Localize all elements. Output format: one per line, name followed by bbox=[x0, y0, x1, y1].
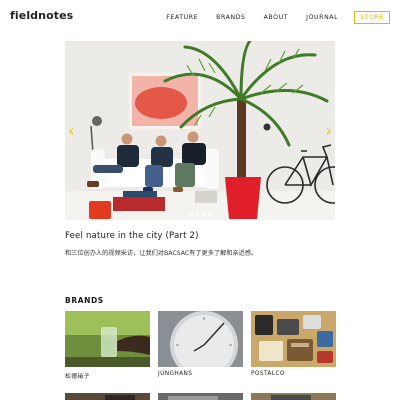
brand-label: POSTALCO bbox=[251, 371, 285, 377]
nav-feature[interactable]: FEATURE bbox=[166, 14, 198, 21]
site-header: fieldnotes FEATURE BRANDS ABOUT JOURNAL … bbox=[0, 0, 400, 34]
brand-label: 松德硝子 bbox=[65, 374, 90, 380]
hero-image bbox=[65, 41, 335, 220]
brand-card-row2-3[interactable] bbox=[251, 389, 336, 400]
carousel-indicators bbox=[65, 213, 335, 216]
brand-card-matsutoku[interactable]: 松德硝子 bbox=[65, 311, 150, 380]
article-title[interactable]: Feel nature in the city (Part 2) bbox=[65, 231, 199, 241]
brand-card-row2-1[interactable] bbox=[65, 389, 150, 400]
nav-journal[interactable]: JOURNAL bbox=[306, 14, 338, 21]
carousel-next-arrow-icon[interactable]: › bbox=[326, 121, 332, 140]
nav-brands[interactable]: BRANDS bbox=[216, 14, 245, 21]
brand-image bbox=[158, 311, 243, 367]
nav-about[interactable]: ABOUT bbox=[264, 14, 289, 21]
brands-heading: BRANDS bbox=[65, 296, 104, 305]
brand-card-postalco[interactable]: POSTALCO bbox=[251, 311, 336, 377]
brand-card-row2-2[interactable] bbox=[158, 389, 243, 400]
carousel-dot[interactable] bbox=[195, 213, 199, 216]
site-logo[interactable]: fieldnotes bbox=[10, 9, 73, 22]
carousel-dot[interactable] bbox=[201, 213, 205, 216]
brand-image bbox=[251, 311, 336, 367]
brand-label: JUNGHANS bbox=[158, 371, 193, 377]
store-button[interactable]: STORE bbox=[354, 11, 390, 24]
carousel-prev-arrow-icon[interactable]: ‹ bbox=[68, 121, 74, 140]
carousel-dot[interactable] bbox=[207, 213, 211, 216]
article-description: 和三位创办人的视频采访，让我们对BACSAC有了更多了解和亲近感。 bbox=[65, 250, 258, 257]
hero-carousel[interactable]: ‹ › bbox=[65, 41, 335, 220]
brand-image bbox=[65, 311, 150, 367]
brand-card-junghans[interactable]: JUNGHANS bbox=[158, 311, 243, 377]
main-nav: FEATURE BRANDS ABOUT JOURNAL STORE bbox=[148, 11, 390, 24]
carousel-dot[interactable] bbox=[189, 213, 193, 216]
